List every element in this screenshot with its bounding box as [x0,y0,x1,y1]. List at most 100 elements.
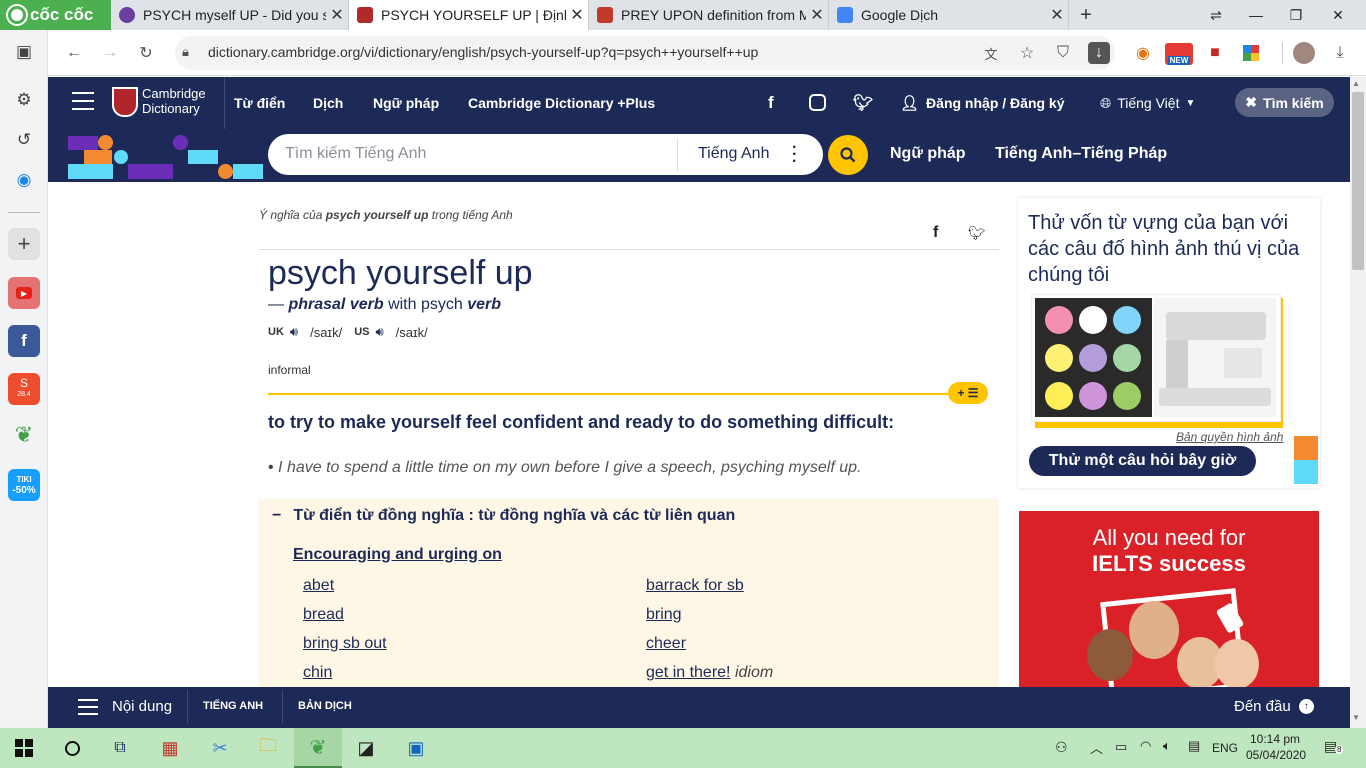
maximize-button[interactable]: ❐ [1276,0,1316,30]
subnav-grammar[interactable]: Ngữ pháp [890,145,966,163]
language-selector[interactable]: 🌐︎ Tiếng Việt ▼ [1100,77,1195,129]
start-button[interactable] [0,728,48,768]
taskbar-app-media-icon[interactable]: ▣ [392,728,440,768]
image-credit-link[interactable]: Bản quyền hình ảnh [1176,430,1283,444]
site-logo[interactable]: Cambridge Dictionary [142,86,206,116]
file-explorer-icon[interactable]: 🗀︎ [244,728,292,768]
wifi-icon[interactable]: ◠ [1140,738,1151,754]
quiz-start-button[interactable]: Thử một câu hỏi bây giờ [1029,446,1256,476]
close-window-button[interactable]: ✕ [1318,0,1358,30]
thesaurus-link-bring-sb-out[interactable]: bring sb out [303,635,387,653]
settings-gear-icon[interactable]: ⚙ [8,84,40,116]
thesaurus-link-barrack[interactable]: barrack for sb [646,577,744,595]
red-extension-icon[interactable]: ■ [1202,40,1228,66]
translate-page-icon[interactable]: 文 [978,40,1004,66]
twitter-icon[interactable]: 🐦︎ [853,77,873,129]
thesaurus-link-cheer[interactable]: cheer [646,635,686,653]
scroll-down-arrow-icon[interactable]: ▼ [1352,713,1360,722]
thesaurus-group-link[interactable]: Encouraging and urging on [293,546,502,564]
back-to-top-button[interactable]: Đến đầu ↑ [1234,698,1314,715]
thesaurus-link-chin[interactable]: chin [303,664,332,682]
task-view-icon[interactable]: ⧉ [96,728,144,768]
tab-search-icon[interactable]: ⇌ [1196,0,1236,30]
us-audio-icon[interactable]: 🔊︎ [375,324,383,340]
more-options-icon[interactable]: · · · [792,140,797,170]
thesaurus-link-bring[interactable]: bring [646,606,682,624]
close-tab-icon[interactable]: ✕ [806,5,828,25]
search-taskbar-button[interactable] [48,728,96,768]
subnav-english-french[interactable]: Tiếng Anh–Tiếng Pháp [995,145,1167,163]
instagram-icon[interactable] [809,94,826,111]
news-extension-icon[interactable]: NEW [1165,43,1193,65]
shopee-icon[interactable]: S 28.4 [8,373,40,405]
system-clock[interactable]: 10:14 pm 05/04/2020 [1246,731,1306,763]
scrollbar-thumb[interactable] [1352,92,1364,270]
messenger-icon[interactable]: ◉ [8,164,40,196]
thesaurus-link-abet[interactable]: abet [303,577,334,595]
add-sidebar-app-icon[interactable]: + [8,228,40,260]
uk-audio-icon[interactable]: 🔊︎ [290,324,298,340]
tab-psych-yourself-up[interactable]: PSYCH YOURSELF UP | Định n ✕ [349,0,589,30]
contents-button[interactable]: Nội dung [112,698,172,715]
youtube-icon[interactable]: ▶ [8,277,40,309]
tab-google-dich[interactable]: Google Dịch ✕ [829,0,1069,30]
sidebar-toggle-icon[interactable]: ▣ [8,36,40,68]
coccoc-leaf-icon[interactable]: ❦ [8,419,40,451]
nav-plus[interactable]: Cambridge Dictionary +Plus [468,77,655,129]
nav-grammar[interactable]: Ngữ pháp [373,77,439,129]
battery-icon[interactable]: ▭ [1115,739,1127,755]
keyboard-icon[interactable]: ▤ [1188,738,1200,754]
tab-english[interactable]: TIẾNG ANH [203,700,263,712]
thesaurus-header[interactable]: − Từ điển từ đồng nghĩa : từ đồng nghĩa … [272,507,735,525]
color-extension-icon[interactable] [1243,45,1259,61]
search-input[interactable]: Tìm kiếm Tiếng Anh [285,145,426,163]
add-to-wordlist-button[interactable]: + ☰ [948,382,988,404]
volume-icon[interactable]: 🔈︎ [1163,738,1171,754]
taskbar-app-snip-icon[interactable]: ✂ [196,728,244,768]
back-arrow-icon[interactable]: ← [61,40,87,66]
search-button[interactable] [828,135,868,175]
tab-prey-upon[interactable]: PREY UPON definition from M ✕ [589,0,829,30]
taskbar-app-paint-icon[interactable]: ▦ [146,728,194,768]
show-hidden-icons-chevron-icon[interactable]: ︿ [1090,738,1103,757]
search-language-select[interactable]: Tiếng Anh [698,145,769,163]
tab-translation[interactable]: BẢN DỊCH [298,700,352,712]
chrome-ext-icon[interactable]: ◉ [1130,40,1156,66]
url-text[interactable]: dictionary.cambridge.org/vi/dictionary/e… [208,44,758,60]
coccoc-taskbar-icon[interactable]: ❦ [294,728,342,768]
search-toggle-button[interactable]: ✖ Tìm kiếm [1235,88,1334,117]
bookmark-star-icon[interactable]: ☆ [1014,40,1040,66]
close-tab-icon[interactable]: ✕ [566,5,588,25]
login-link[interactable]: 👤︎ Đăng nhập / Đăng ký [900,77,1065,129]
lock-icon[interactable]: 🔒︎ [182,44,189,60]
contents-menu-icon[interactable] [78,699,98,715]
share-facebook-icon[interactable]: f [933,224,938,242]
download-video-icon[interactable]: ↓ [1088,42,1110,64]
notifications-icon[interactable]: ▤ 8 [1324,738,1344,756]
shield-icon[interactable]: ⛉ [1050,40,1076,66]
tab-psych-myself-up[interactable]: PSYCH myself UP - Did you sp ✕ [111,0,349,30]
ielts-ad[interactable]: All you need for IELTS success [1019,511,1319,687]
share-twitter-icon[interactable]: 🐦︎ [968,225,986,242]
history-icon[interactable]: ↺ [8,124,40,156]
tiki-icon[interactable]: TIKI -50% [8,469,40,501]
hamburger-menu-icon[interactable] [72,92,94,110]
reload-icon[interactable]: ↻ [133,40,159,66]
input-language[interactable]: ENG [1212,741,1238,755]
minimize-button[interactable]: — [1236,0,1276,30]
forward-arrow-icon[interactable]: → [97,40,123,66]
scroll-up-arrow-icon[interactable]: ▲ [1352,79,1360,88]
profile-avatar[interactable] [1293,42,1315,64]
facebook-icon[interactable]: f [8,325,40,357]
close-tab-icon[interactable]: ✕ [1046,5,1068,25]
new-tab-button[interactable]: + [1073,0,1099,30]
facebook-icon[interactable]: f [768,77,774,129]
close-tab-icon[interactable]: ✕ [326,5,348,25]
coccoc-menu-button[interactable]: cốc cốc [0,0,111,30]
thesaurus-link-bread[interactable]: bread [303,606,344,624]
people-icon[interactable]: ⚇ [1055,739,1068,756]
downloads-icon[interactable]: ⤓ [1327,40,1353,66]
nav-translate[interactable]: Dịch [313,77,343,129]
sticky-notes-icon[interactable]: ◪ [342,728,390,768]
nav-dictionary[interactable]: Từ điển [234,77,285,129]
